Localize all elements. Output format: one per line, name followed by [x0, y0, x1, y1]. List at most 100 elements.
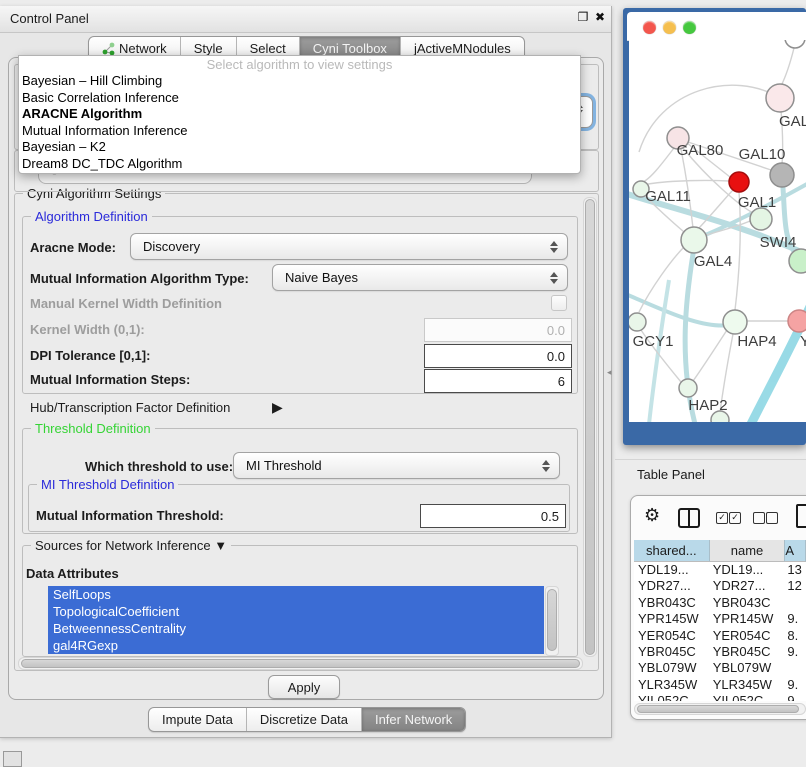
algorithm-option[interactable]: Bayesian – Hill Climbing	[19, 73, 580, 90]
collapsed-panel-button[interactable]	[3, 751, 22, 767]
stepper-icon	[537, 460, 555, 472]
node-hap4[interactable]	[723, 310, 747, 334]
table-row[interactable]: YPR145WYPR145W9.	[634, 611, 806, 627]
float-window-icon[interactable]: ❐	[575, 10, 591, 27]
column-header-shared...[interactable]: shared...	[634, 540, 710, 562]
node-gal10-red[interactable]	[729, 172, 749, 192]
node-gal4[interactable]	[681, 227, 707, 253]
attribute-item[interactable]: BetweennessCentrality	[48, 620, 544, 637]
network-edges	[629, 177, 806, 422]
table-hscrollbar[interactable]	[634, 703, 806, 715]
algorithm-option[interactable]: Dream8 DC_TDC Algorithm	[19, 156, 580, 173]
table-cell: 9	[783, 693, 806, 701]
mi-steps-input[interactable]: 6	[424, 369, 572, 393]
network-window-titlebar	[627, 12, 806, 41]
table-header: shared...nameA	[634, 540, 806, 562]
attributes-vscrollbar[interactable]	[545, 586, 559, 656]
algorithm-dropdown-popup: Select algorithm to view settings Bayesi…	[18, 55, 581, 174]
which-threshold-label: Which threshold to use:	[85, 459, 233, 474]
data-attributes-list[interactable]: SelfLoopsTopologicalCoefficientBetweenne…	[48, 586, 544, 654]
tab-label: Discretize Data	[260, 712, 348, 727]
tab-label: jActiveMNodules	[414, 41, 511, 56]
table-row[interactable]: YBR045CYBR045C9.	[634, 644, 806, 660]
table-row[interactable]: YBL079WYBL079W	[634, 660, 806, 676]
network-canvas[interactable]: GALGAL80GAL10GAL11GAL1SWI4GAL4GCY1HAP4YH…	[629, 40, 806, 422]
table-cell: YPR145W	[634, 611, 709, 627]
table-row[interactable]: YIL052CYIL052C9	[634, 693, 806, 701]
manual-kernel-label: Manual Kernel Width Definition	[30, 296, 222, 311]
mac-minimize-button[interactable]	[663, 21, 676, 34]
close-window-icon[interactable]: ✖	[592, 10, 608, 27]
table-cell: YBR045C	[709, 644, 784, 660]
hub-definition-label: Hub/Transcription Factor Definition	[30, 400, 230, 415]
columns-icon[interactable]	[678, 508, 700, 528]
algorithm-definition-title: Algorithm Definition	[31, 209, 152, 224]
attribute-item[interactable]: SelfLoops	[48, 586, 544, 603]
algorithm-option[interactable]: Mutual Information Inference	[19, 123, 580, 140]
table-cell: 12	[783, 578, 806, 594]
mac-close-button[interactable]	[643, 21, 656, 34]
column-header-A[interactable]: A	[785, 540, 806, 562]
gear-icon[interactable]: ⚙	[644, 505, 660, 526]
node-gal10-gray[interactable]	[770, 163, 794, 187]
table-cell: YDL19...	[634, 562, 709, 578]
mac-zoom-button[interactable]	[683, 21, 696, 34]
aracne-mode-select[interactable]: Discovery	[130, 233, 568, 260]
table-row[interactable]: YDR27...YDR27...12	[634, 578, 806, 594]
algorithm-option[interactable]: Basic Correlation Inference	[19, 90, 580, 107]
checked-box-icon[interactable]: ✓	[729, 512, 741, 524]
mi-steps-label: Mutual Information Steps:	[30, 372, 190, 387]
network-view-window[interactable]: GALGAL80GAL10GAL11GAL1SWI4GAL4GCY1HAP4YH…	[623, 8, 806, 445]
apply-button[interactable]: Apply	[268, 675, 340, 699]
table-cell	[783, 595, 806, 611]
tab-impute-data[interactable]: Impute Data	[149, 708, 246, 731]
table-cell: YBL079W	[634, 660, 709, 676]
manual-kernel-checkbox[interactable]	[551, 295, 567, 311]
algorithm-option[interactable]: Bayesian – K2	[19, 139, 580, 156]
table-cell: YBR043C	[634, 595, 709, 611]
stepper-icon	[545, 272, 563, 284]
node-swi4[interactable]	[789, 249, 806, 273]
dpi-tolerance-input[interactable]: 0.0	[424, 344, 572, 368]
algorithm-option[interactable]: ARACNE Algorithm	[19, 106, 580, 123]
which-threshold-value: MI Threshold	[234, 458, 537, 473]
node-label-gal11: GAL11	[645, 188, 691, 205]
unchecked-box-icon[interactable]	[766, 512, 778, 524]
mi-threshold-input[interactable]: 0.5	[420, 504, 566, 528]
checked-box-icon[interactable]: ✓	[716, 512, 728, 524]
table-row[interactable]: YER054CYER054C8.	[634, 628, 806, 644]
node-gcy1[interactable]	[629, 313, 646, 331]
control-panel-title: Control Panel	[10, 11, 89, 26]
node-label-hap4: HAP4	[737, 333, 776, 350]
node-hap2[interactable]	[679, 379, 697, 397]
network-icon	[102, 42, 115, 55]
table-row[interactable]: YBR043CYBR043C	[634, 595, 806, 611]
attribute-item[interactable]: gal4RGexp	[48, 637, 544, 654]
mi-algorithm-type-value: Naive Bayes	[273, 270, 545, 285]
sheet-icon[interactable]	[796, 504, 806, 528]
table-row[interactable]: YDL19...YDL19...13	[634, 562, 806, 578]
settings-hscrollbar[interactable]	[18, 657, 583, 670]
tab-infer-network[interactable]: Infer Network	[361, 708, 465, 731]
table-cell: YBR045C	[634, 644, 709, 660]
table-row[interactable]: YLR345WYLR345W9.	[634, 677, 806, 693]
node-label-gal1: GAL1	[738, 194, 776, 211]
node-gal1[interactable]	[750, 208, 772, 230]
node-salmon[interactable]	[788, 310, 806, 332]
node-gal-pink[interactable]	[766, 84, 794, 112]
attribute-item[interactable]: TopologicalCoefficient	[48, 603, 544, 620]
tab-label: Network	[119, 41, 167, 56]
tab-discretize-data[interactable]: Discretize Data	[246, 708, 361, 731]
settings-vscrollbar[interactable]	[583, 197, 597, 657]
column-header-name[interactable]: name	[710, 540, 786, 562]
node-partial-top[interactable]	[785, 40, 805, 48]
splitpane-collapse-icon[interactable]: ◂	[607, 367, 612, 378]
collapse-arrow-icon[interactable]: ▼	[214, 538, 227, 553]
table-cell: YLR345W	[709, 677, 784, 693]
unchecked-box-icon[interactable]	[753, 512, 765, 524]
tab-label: Impute Data	[162, 712, 233, 727]
tab-label: Cyni Toolbox	[313, 41, 387, 56]
mi-algorithm-type-select[interactable]: Naive Bayes	[272, 264, 568, 291]
which-threshold-select[interactable]: MI Threshold	[233, 452, 560, 479]
expand-arrow-icon[interactable]: ▶	[272, 399, 283, 416]
